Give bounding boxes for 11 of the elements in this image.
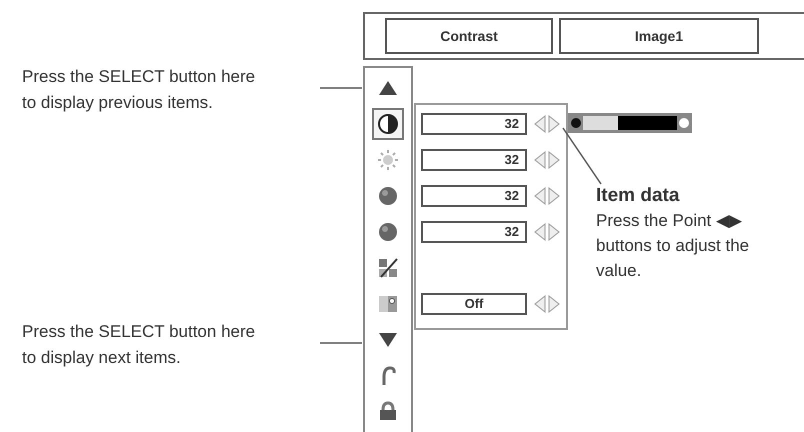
value-field: 32 <box>421 185 527 207</box>
value-field: 32 <box>421 149 527 171</box>
image-mode: Image1 <box>559 18 759 54</box>
value-field: 32 <box>421 113 527 135</box>
callout-text: Press the SELECT button here to display next items. <box>22 321 256 369</box>
item-data-text: Press the Point ◀▶ buttons to adjust the value. <box>596 210 750 282</box>
callout-text: Press the SELECT button here to display previous items. <box>22 66 256 114</box>
value-field: Off <box>421 293 527 315</box>
item-data-title: Item data <box>596 184 680 208</box>
item-name: Contrast <box>385 18 553 54</box>
value-field: 32 <box>421 221 527 243</box>
